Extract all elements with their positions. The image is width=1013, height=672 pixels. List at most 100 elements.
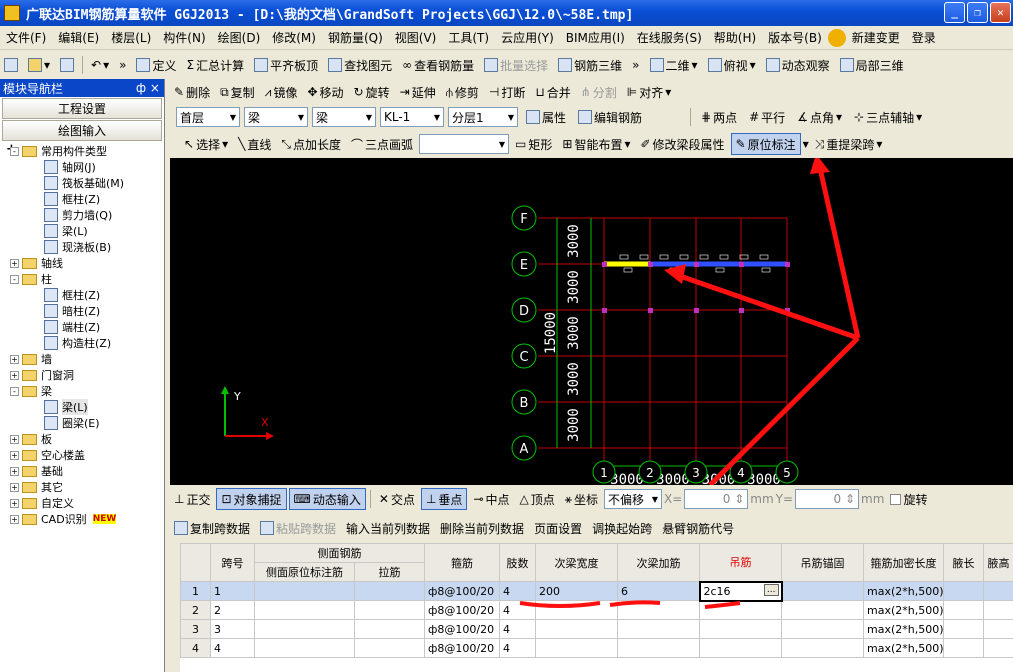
grid-tool-6[interactable]: 悬臂钢筋代号 — [658, 517, 738, 539]
flat-slab-button[interactable]: 平齐板顶 — [250, 54, 322, 76]
tree-item[interactable]: + 墙 — [0, 351, 163, 367]
toolbar-overflow-2[interactable]: » — [628, 54, 643, 76]
help-icon[interactable] — [827, 28, 846, 47]
table-cell[interactable] — [983, 581, 1013, 601]
grid-tool-5[interactable]: 调换起始跨 — [588, 517, 656, 539]
coordinate-snap[interactable]: ⚹ 坐标 — [561, 488, 602, 510]
tree-item[interactable]: -柱 — [0, 271, 163, 287]
table-cell[interactable] — [699, 600, 782, 620]
tree-item[interactable]: - 常用构件类型 — [0, 143, 163, 159]
table-cell[interactable]: max(2*h,500) — [863, 600, 944, 620]
restore-button[interactable]: ❐ — [967, 2, 988, 23]
table-cell[interactable] — [354, 638, 425, 658]
type-select[interactable]: 梁 ▼ — [312, 107, 376, 127]
table-cell[interactable] — [254, 619, 355, 639]
tree-item[interactable]: -梁 — [0, 383, 163, 399]
dynamic-input-toggle[interactable]: ⌨ 动态输入 — [288, 488, 366, 510]
rectangle-button[interactable]: ▭ 矩形 — [511, 133, 556, 155]
split-button[interactable]: ⋔ 分割 — [577, 81, 621, 103]
table-cell[interactable] — [983, 638, 1013, 658]
point-length-button[interactable]: ⤡ 点加长度 — [277, 133, 345, 155]
table-cell[interactable]: max(2*h,500) — [863, 581, 944, 601]
menu-item-12[interactable]: 帮助(H) — [708, 29, 762, 46]
tree-item[interactable]: 剪力墙(Q) — [0, 207, 163, 223]
layer-select[interactable]: 分层1 ▼ — [448, 107, 518, 127]
table-cell[interactable]: max(2*h,500) — [863, 638, 944, 658]
table-cell[interactable] — [254, 581, 355, 601]
menu-item-9[interactable]: 云应用(Y) — [495, 29, 560, 46]
table-cell[interactable]: 200 — [535, 581, 618, 601]
tree-item[interactable]: 端柱(Z) — [0, 319, 163, 335]
find-element-button[interactable]: 查找图元 — [324, 54, 396, 76]
table-cell[interactable] — [617, 638, 700, 658]
original-annotation-button[interactable]: ✎ 原位标注 — [730, 133, 801, 155]
move-button[interactable]: ✥ 移动 — [303, 81, 347, 103]
table-cell[interactable] — [354, 600, 425, 620]
tree-item[interactable]: + 其它 — [0, 479, 163, 495]
two-point-button[interactable]: ⋕ 两点 — [697, 106, 741, 128]
collapse-icon[interactable]: - — [10, 386, 19, 396]
table-cell[interactable] — [983, 619, 1013, 639]
tree-item[interactable]: + 板 — [0, 431, 163, 447]
x-input[interactable]: 0 ⇕ — [684, 489, 749, 509]
table-cell[interactable]: 6 — [617, 581, 700, 601]
menu-item-3[interactable]: 构件(N) — [157, 29, 211, 46]
table-cell[interactable] — [354, 619, 425, 639]
object-snap-toggle[interactable]: ⊡ 对象捕捉 — [216, 488, 287, 510]
drawing-canvas[interactable]: 3000300030003000300015000300030003000300… — [170, 158, 1013, 485]
menu-item-13[interactable]: 版本号(B) — [762, 29, 828, 46]
category-select[interactable]: 梁 ▼ — [244, 107, 308, 127]
table-cell[interactable]: ф8@100/20 — [424, 600, 500, 620]
expand-icon[interactable]: + — [10, 482, 19, 492]
top-view-button[interactable]: 俯视 ▾ — [704, 54, 760, 76]
table-cell[interactable] — [781, 638, 864, 658]
table-cell[interactable] — [254, 600, 355, 620]
menu-item-6[interactable]: 钢筋量(Q) — [322, 29, 389, 46]
table-cell[interactable] — [617, 619, 700, 639]
tree-item[interactable]: 梁(L) — [0, 223, 163, 239]
local-3d-button[interactable]: 局部三维 — [836, 54, 908, 76]
table-cell[interactable]: ф8@100/20 — [424, 581, 500, 601]
table-cell[interactable] — [535, 600, 618, 620]
table-cell[interactable]: 2 — [210, 600, 255, 620]
arc-mode-select[interactable]: ▼ — [419, 134, 510, 154]
menu-item-7[interactable]: 视图(V) — [389, 29, 443, 46]
table-cell[interactable]: ф8@100/20 — [424, 638, 500, 658]
grid-tool-3[interactable]: 删除当前列数据 — [436, 517, 528, 539]
summary-button[interactable]: Σ 汇总计算 — [182, 54, 248, 76]
align-button[interactable]: ⊫ 对齐 ▾ — [623, 81, 676, 103]
new-file-button[interactable] — [0, 54, 22, 76]
tree-item[interactable]: 梁(L) — [0, 399, 163, 415]
table-cell[interactable] — [943, 581, 984, 601]
table-cell[interactable]: 4 — [499, 619, 536, 639]
undo-button[interactable]: ↶ ▾ — [87, 54, 113, 76]
grid-tool-0[interactable]: 复制跨数据 — [170, 517, 254, 539]
span-data-grid[interactable]: 跨号 侧面钢筋 箍筋 肢数 次梁宽度 次梁加筋 吊筋 吊筋锚固 箍筋加密长度 腋… — [180, 543, 1013, 672]
delete-button[interactable]: ✎ 删除 — [170, 81, 214, 103]
save-button[interactable] — [56, 54, 78, 76]
trim-button[interactable]: ⫛ 修剪 — [442, 81, 483, 103]
table-cell[interactable] — [943, 638, 984, 658]
tree-item[interactable]: 框柱(Z) — [0, 287, 163, 303]
tree-item[interactable]: 圈梁(E) — [0, 415, 163, 431]
rebar-3d-button[interactable]: 钢筋三维 — [554, 54, 626, 76]
drawing-input-button[interactable]: 绘图输入 — [2, 120, 162, 141]
table-cell[interactable] — [781, 619, 864, 639]
modify-span-button[interactable]: ✐ 修改梁段属性 — [636, 133, 728, 155]
expand-icon[interactable]: + — [10, 450, 19, 460]
table-cell[interactable]: 1 — [210, 581, 255, 601]
expand-icon[interactable]: + — [10, 370, 19, 380]
table-cell[interactable] — [943, 619, 984, 639]
parallel-button[interactable]: # 平行 — [745, 106, 789, 128]
menu-item-15[interactable]: 登录 — [906, 29, 942, 46]
table-cell[interactable] — [699, 638, 782, 658]
extend-button[interactable]: ⇥ 延伸 — [396, 81, 440, 103]
table-cell[interactable] — [254, 638, 355, 658]
collapse-icon[interactable]: - — [10, 146, 19, 156]
table-cell[interactable]: max(2*h,500) — [863, 619, 944, 639]
engineering-settings-button[interactable]: 工程设置 — [2, 98, 162, 119]
minimize-button[interactable]: _ — [944, 2, 965, 23]
menu-item-14[interactable]: 新建变更 — [846, 29, 906, 46]
select-button[interactable]: ↖ 选择 ▾ — [180, 133, 232, 155]
expand-icon[interactable]: + — [10, 354, 19, 364]
